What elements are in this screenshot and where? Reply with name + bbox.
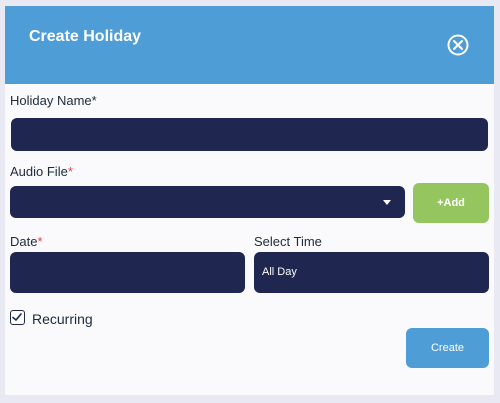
- add-audio-button[interactable]: +Add: [413, 183, 489, 223]
- recurring-checkbox[interactable]: [10, 310, 25, 325]
- audio-file-select[interactable]: [10, 186, 405, 218]
- dialog-title: Create Holiday: [29, 28, 142, 45]
- required-asterisk: *: [37, 234, 43, 249]
- date-label: Date*: [10, 234, 43, 249]
- holiday-name-input[interactable]: [11, 118, 488, 151]
- required-asterisk: *: [67, 164, 73, 179]
- caret-down-icon: [383, 200, 391, 205]
- create-holiday-dialog: Create Holiday Holiday Name* Audio File*…: [5, 6, 494, 395]
- create-button[interactable]: Create: [406, 328, 489, 368]
- checkmark-icon: [12, 313, 22, 321]
- recurring-label: Recurring: [32, 311, 93, 327]
- holiday-name-label: Holiday Name*: [10, 93, 97, 108]
- select-time-label: Select Time: [254, 234, 322, 249]
- audio-file-label: Audio File*: [10, 164, 73, 179]
- dialog-header: Create Holiday: [5, 6, 494, 84]
- date-input[interactable]: [10, 252, 245, 293]
- close-circle-icon: [447, 34, 469, 56]
- select-time-input[interactable]: All Day: [254, 252, 489, 293]
- close-button[interactable]: [447, 34, 469, 56]
- select-time-value: All Day: [262, 266, 297, 278]
